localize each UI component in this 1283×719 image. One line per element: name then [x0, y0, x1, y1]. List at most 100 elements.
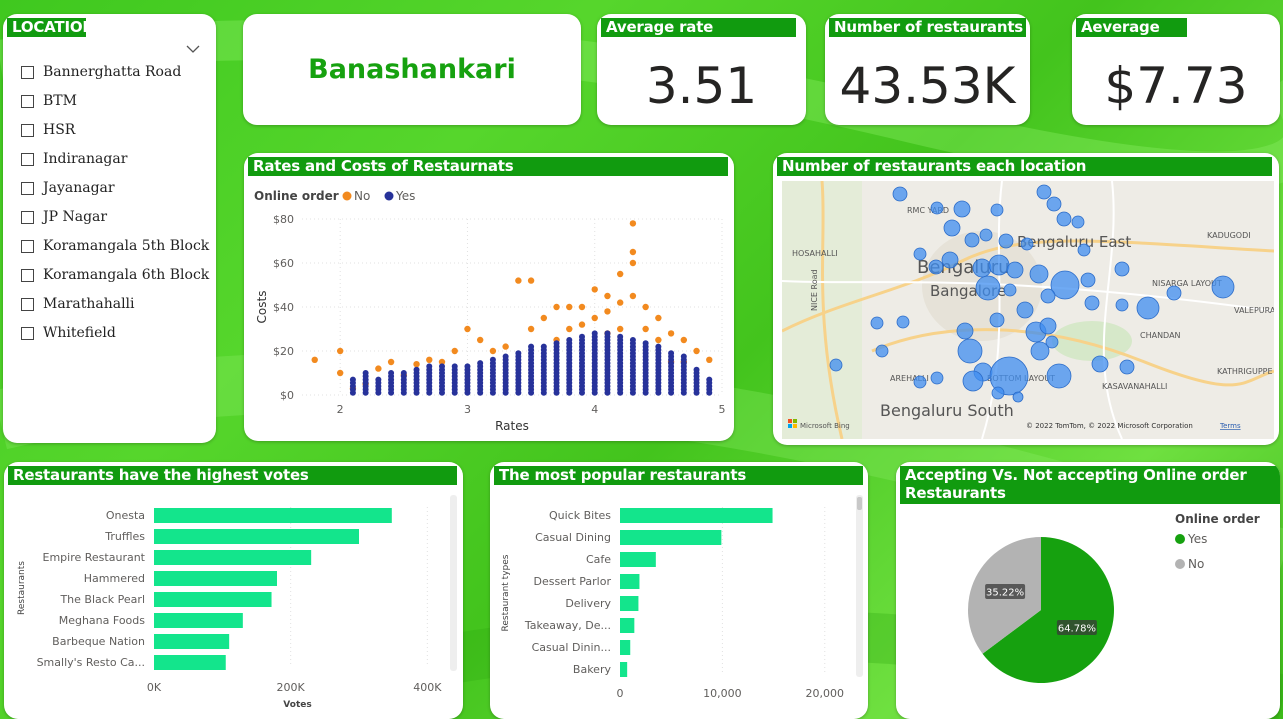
- map-bubble: [1071, 215, 1085, 229]
- bubble-map[interactable]: RMC YARDHOSAHALLIBengaluru EastBengaluru…: [782, 181, 1274, 439]
- selected-location: Banashankari: [308, 54, 516, 85]
- map-bubble: [1012, 391, 1024, 403]
- category-label: Smally's Resto Ca...: [37, 656, 145, 669]
- scatter-point: [642, 325, 649, 333]
- map-place-label: KASAVANAHALLI: [1102, 382, 1167, 391]
- kpi-title: Average rate: [601, 18, 796, 37]
- scatter-point: [655, 343, 662, 350]
- legend-marker: [342, 191, 352, 201]
- map-bubble: [953, 200, 971, 218]
- slicer-item[interactable]: JP Nagar: [21, 207, 107, 227]
- scatter-point: [680, 336, 688, 344]
- slicer-item[interactable]: Koramangala 5th Block: [21, 236, 209, 256]
- scrollbar: [856, 495, 863, 677]
- scatter-point: [477, 360, 484, 367]
- scatter-point: [400, 370, 407, 376]
- bar: [620, 596, 639, 611]
- y-axis-label: Restaurants: [17, 561, 27, 615]
- slicer-checkbox[interactable]: [21, 94, 34, 108]
- scatter-point: [616, 325, 624, 333]
- slicer-item[interactable]: BTM: [21, 91, 77, 111]
- map-terms-link: Terms: [1219, 422, 1241, 430]
- legend-title: Online order: [1175, 512, 1260, 526]
- scatter-point: [667, 330, 675, 337]
- microsoft-logo-icon: [788, 424, 792, 428]
- map-attribution: © 2022 TomTom, © 2022 Microsoft Corporat…: [1026, 422, 1193, 430]
- slicer-checkbox[interactable]: [21, 239, 34, 253]
- map-bubble: [913, 375, 927, 389]
- slicer-checkbox[interactable]: [21, 65, 34, 79]
- bar: [620, 640, 631, 655]
- slicer-item[interactable]: Indiranagar: [21, 149, 127, 169]
- map-bubble: [979, 228, 993, 242]
- scatter-point: [566, 325, 573, 333]
- kpi-title: Aeverage cost: [1076, 18, 1187, 55]
- category-label: Quick Bites: [549, 509, 611, 522]
- slicer-checkbox[interactable]: [21, 297, 34, 311]
- slicer-item[interactable]: Marathahalli: [21, 294, 135, 314]
- slicer-checkbox[interactable]: [21, 210, 34, 224]
- scatter-point: [527, 277, 535, 284]
- scatter-point: [362, 370, 369, 376]
- scatter-point: [642, 303, 649, 311]
- kpi-value: 43.53K: [839, 57, 1016, 115]
- scatter-point: [540, 343, 547, 350]
- map-bubble: [990, 203, 1004, 217]
- slicer-item-label: Jayanagar: [43, 180, 115, 196]
- y-tick-label: $60: [273, 257, 294, 270]
- scatter-point: [616, 299, 624, 306]
- bar: [620, 574, 640, 589]
- slicer-item[interactable]: Jayanagar: [21, 178, 115, 198]
- scatter-point: [528, 343, 535, 350]
- kpi-number-restaurants: Number of restaurants 43.53K: [825, 14, 1030, 125]
- votes-bar-chart[interactable]: 0K 200K 400K Onesta Truffles Empire Restauran…: [4, 462, 463, 719]
- bar: [154, 571, 277, 586]
- scatter-point: [642, 340, 649, 347]
- chevron-down-icon[interactable]: [186, 44, 200, 54]
- map-bubble: [1084, 295, 1100, 311]
- map-bubble: [972, 258, 992, 278]
- y-tick-label: $40: [273, 301, 294, 314]
- slicer-item-label: Indiranagar: [43, 151, 128, 167]
- slicer-title: LOCATION: [7, 18, 95, 37]
- category-label: Casual Dining: [535, 531, 611, 544]
- map-bubble: [941, 251, 959, 269]
- scatter-point: [579, 333, 585, 340]
- microsoft-logo-icon: [788, 419, 792, 423]
- map-place-label: HOSAHALLI: [792, 249, 838, 258]
- map-bubble: [896, 315, 910, 329]
- slicer-checkbox[interactable]: [21, 326, 34, 340]
- scatter-point: [617, 333, 624, 340]
- kpi-value: 3.51: [645, 57, 758, 115]
- scrollbar: [450, 495, 457, 671]
- scatter-point: [464, 363, 471, 370]
- map-bubble: [1020, 237, 1034, 251]
- slicer-checkbox[interactable]: [21, 123, 34, 137]
- slicer-checkbox[interactable]: [21, 152, 34, 166]
- slicer-item[interactable]: Whitefield: [21, 323, 116, 343]
- map-bubble: [1046, 196, 1062, 212]
- map-bubble: [1115, 298, 1129, 312]
- slicer-checkbox[interactable]: [21, 268, 34, 282]
- scatter-point: [655, 336, 662, 344]
- slicer-item-label: HSR: [43, 122, 76, 138]
- popular-bar-chart[interactable]: 0 10,000 20,000 Quick Bites Casual Dining Caf…: [490, 462, 868, 719]
- map-bubble: [1036, 184, 1052, 200]
- legend-label: Yes: [395, 189, 415, 203]
- map-place-label: KADUGODI: [1207, 231, 1251, 240]
- scatter-chart[interactable]: Online order No Yes$0$20$40$60$802 3 4 5Rates…: [244, 153, 734, 441]
- pie-chart[interactable]: 64.78% 35.22% Online order Yes No: [896, 462, 1280, 719]
- slicer-item[interactable]: HSR: [21, 120, 75, 140]
- legend-marker: [1175, 559, 1185, 569]
- x-tick-label: 4: [591, 403, 598, 416]
- scatter-point: [489, 356, 496, 363]
- slicer-checkbox[interactable]: [21, 181, 34, 195]
- map-bubble: [1006, 261, 1024, 279]
- scatter-point: [629, 259, 637, 267]
- popular-card: The most popular restaurants 0 10,000 20,0…: [490, 462, 868, 719]
- slicer-item-label: Koramangala 5th Block: [43, 238, 210, 254]
- slicer-item[interactable]: Bannerghatta Road: [21, 62, 181, 82]
- kpi-average-cost: Aeverage cost $7.73: [1072, 14, 1280, 125]
- map-bubble: [989, 312, 1005, 328]
- slicer-item[interactable]: Koramangala 6th Block: [21, 265, 209, 285]
